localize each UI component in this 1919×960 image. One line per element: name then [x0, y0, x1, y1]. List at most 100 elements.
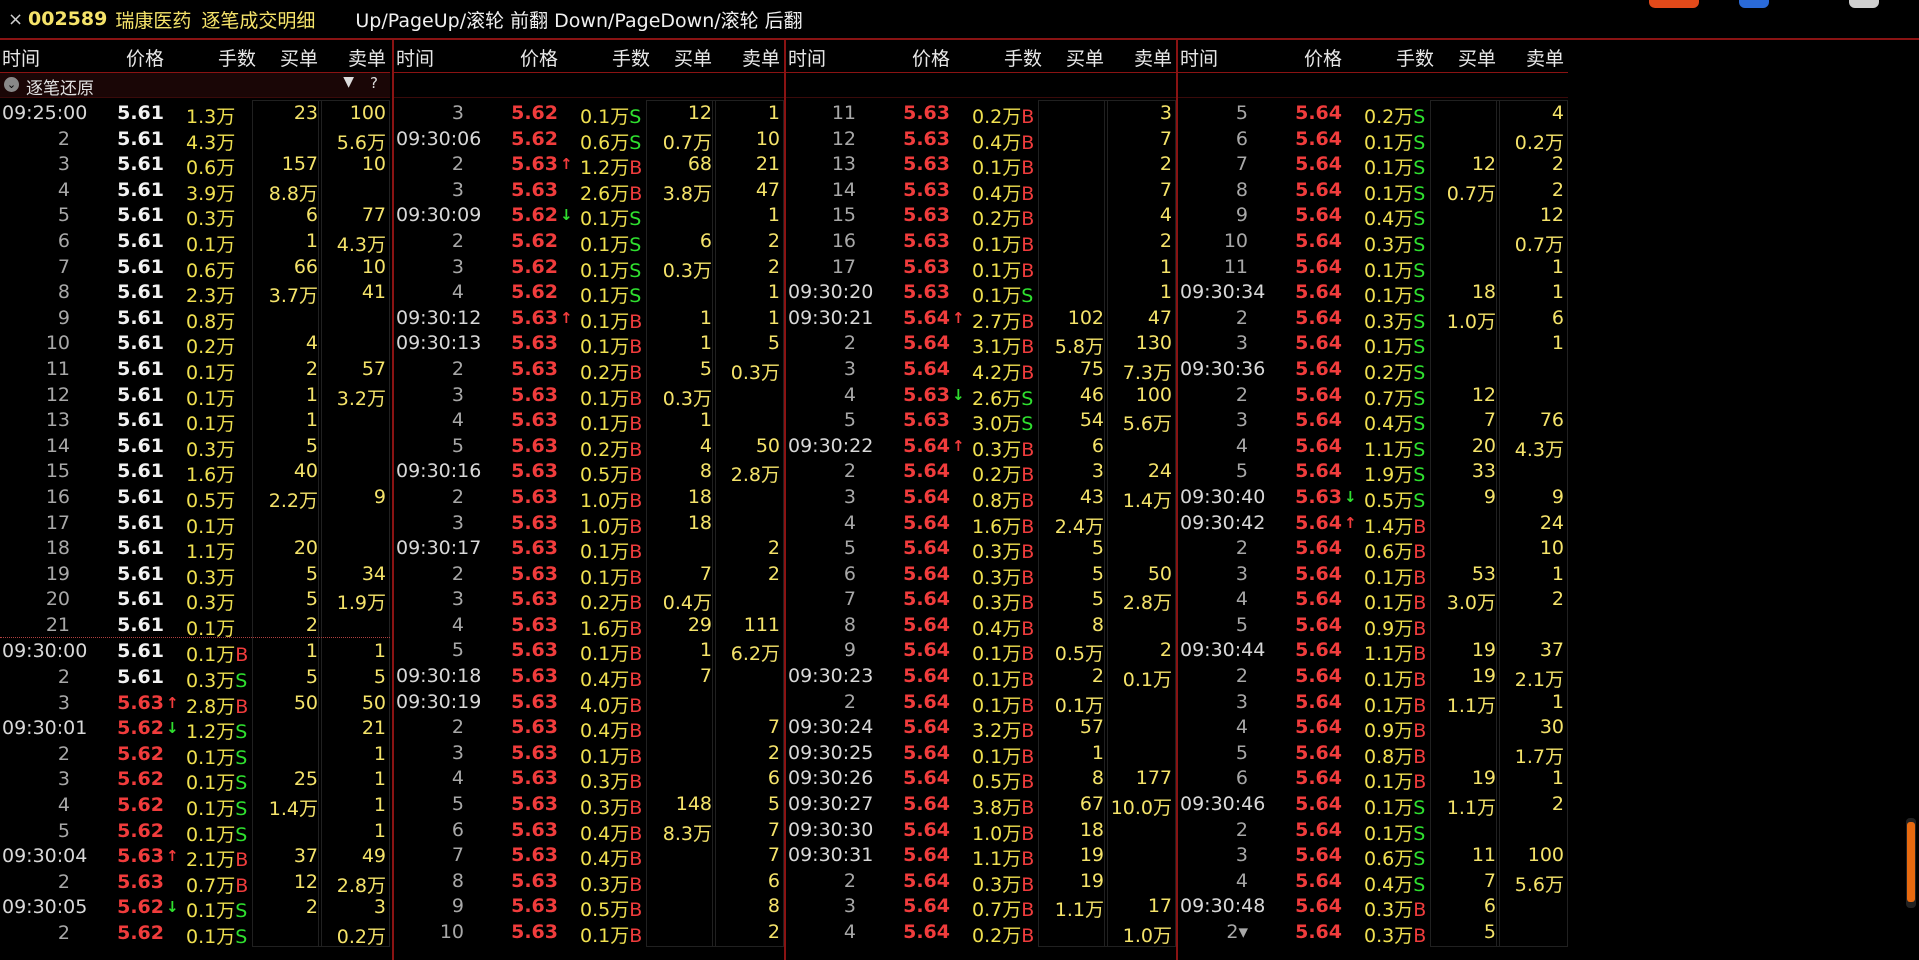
trade-row: 8 5.64 0.4万B 8 [786, 612, 1176, 640]
trade-time: 9 [451, 895, 464, 918]
trade-row: 09:30:24 5.64 3.2万B 57 [786, 714, 1176, 742]
buy-order: 19 [1079, 844, 1104, 867]
filter-icon[interactable]: ▼ [343, 74, 354, 90]
header-time[interactable]: 时间 [396, 44, 492, 71]
trade-volume: 0.2万B [972, 921, 1042, 948]
buy-order: 2 [1091, 665, 1104, 688]
header-price[interactable]: 价格 [1288, 44, 1342, 71]
header-price[interactable]: 价格 [504, 44, 558, 71]
trade-row: 3 5.63 0.1万B 2 [394, 740, 784, 768]
header-volume[interactable]: 手数 [1364, 44, 1434, 71]
buy-order: 4 [305, 332, 318, 355]
trade-row: 10 5.63 0.1万B 2 [394, 919, 784, 947]
trade-price: 5.63 [504, 409, 558, 431]
trade-time: 09:30:23 [788, 665, 874, 688]
trade-time: 3 [451, 102, 464, 124]
trade-price: 5.63 [896, 179, 950, 201]
header-volume[interactable]: 手数 [580, 44, 650, 71]
trade-row: 2 5.63 1.0万B 18 [394, 484, 784, 512]
trade-time: 9 [843, 639, 856, 662]
sell-order: 1 [1159, 281, 1172, 304]
header-time[interactable]: 时间 [788, 44, 884, 71]
trade-price: 5.63 [504, 819, 558, 841]
trade-time: 3 [57, 153, 70, 176]
header-sell-order[interactable]: 卖单 [712, 44, 780, 71]
trade-time: 09:30:40 [1180, 485, 1266, 508]
trade-time: 7 [57, 255, 70, 278]
sell-order: 1 [1551, 767, 1564, 790]
sell-order: 12 [1539, 204, 1564, 227]
trade-time: 5 [1235, 460, 1248, 483]
header-volume[interactable]: 手数 [972, 44, 1042, 71]
trade-row: 14 5.63 0.4万B 7 [786, 177, 1176, 205]
trade-time: 2 [451, 716, 464, 739]
trade-price: 5.64 [1288, 844, 1342, 866]
buy-order: 67 [1079, 793, 1104, 816]
header-time[interactable]: 时间 [2, 44, 98, 71]
order-restore-bar[interactable]: ⌄ 逐笔还原 ▼? [0, 73, 390, 99]
trade-time: 12 [45, 383, 70, 406]
header-sell-order[interactable]: 卖单 [1104, 44, 1172, 71]
trade-row: 10 5.64 0.3万S 0.7万 [1178, 228, 1568, 256]
header-time[interactable]: 时间 [1180, 44, 1276, 71]
price-value: 5.63 [511, 716, 558, 739]
price-value: 5.64 [903, 485, 950, 508]
trade-time: 2 [451, 229, 464, 252]
trade-time: 2 [1235, 537, 1248, 560]
help-icon[interactable]: ? [370, 74, 378, 92]
price-value: 5.63 [511, 921, 558, 943]
buy-order: 29 [687, 613, 712, 636]
buy-order: 1 [699, 306, 712, 329]
trade-price: 5.64 [1288, 358, 1342, 380]
price-value: 5.63 [1295, 485, 1342, 508]
trade-price: 5.63 [504, 691, 558, 713]
header-price[interactable]: 价格 [896, 44, 950, 71]
stock-code: 002589 [28, 8, 108, 30]
header-sell-order[interactable]: 卖单 [318, 44, 386, 71]
price-value: 5.61 [117, 485, 164, 508]
trade-price: 5.64 [896, 512, 950, 534]
trade-time: 3 [451, 178, 464, 201]
trade-price: 5.61 [110, 435, 164, 457]
buy-order: 57 [1079, 716, 1104, 739]
header-buy-order[interactable]: 买单 [1042, 44, 1104, 71]
scrollbar[interactable] [1906, 818, 1916, 908]
arrow-up-icon: ↑ [166, 693, 179, 712]
trade-time: 4 [451, 767, 464, 790]
trade-time: 4 [451, 409, 464, 432]
close-icon[interactable]: × [8, 9, 24, 30]
price-value: 5.64 [1295, 767, 1342, 790]
header-buy-order[interactable]: 买单 [650, 44, 712, 71]
price-value: 5.64 [903, 613, 950, 636]
price-value: 5.63 [903, 383, 950, 406]
trade-price: 5.64 [896, 665, 950, 687]
trade-time: 09:30:05 [2, 896, 88, 919]
trade-time: 3 [843, 485, 856, 508]
sell-order: 177 [1135, 767, 1172, 790]
trade-time: 15 [45, 460, 70, 483]
header-volume[interactable]: 手数 [186, 44, 256, 71]
trade-row: 09:30:17 5.63 0.1万B 2 [394, 535, 784, 563]
header-buy-order[interactable]: 买单 [1434, 44, 1496, 71]
sell-order: 2 [767, 562, 780, 585]
price-value: 5.61 [117, 640, 164, 663]
collapse-icon[interactable]: ⌄ [4, 77, 19, 92]
price-value: 5.64 [1295, 741, 1342, 764]
price-value: 5.64 [1295, 229, 1342, 252]
header-sell-order[interactable]: 卖单 [1496, 44, 1564, 71]
scrollbar-thumb[interactable] [1907, 822, 1915, 902]
trade-row: 20 5.61 0.3万 5 1.9万 [0, 586, 390, 614]
header-buy-order[interactable]: 买单 [256, 44, 318, 71]
trade-price: 5.63 [896, 102, 950, 124]
header-price[interactable]: 价格 [110, 44, 164, 71]
trade-time: 10 [45, 332, 70, 355]
trade-price: 5.61 [110, 666, 164, 688]
arrow-up-icon: ↑ [560, 308, 573, 327]
price-value: 5.61 [117, 281, 164, 304]
trade-time: 3 [1235, 562, 1248, 585]
trade-price: 5.61 [110, 640, 164, 662]
buy-order: 12 [293, 870, 318, 893]
trade-time: 09:30:31 [788, 844, 874, 867]
trade-time: 3 [1235, 690, 1248, 713]
sell-order: 2 [1551, 588, 1564, 611]
